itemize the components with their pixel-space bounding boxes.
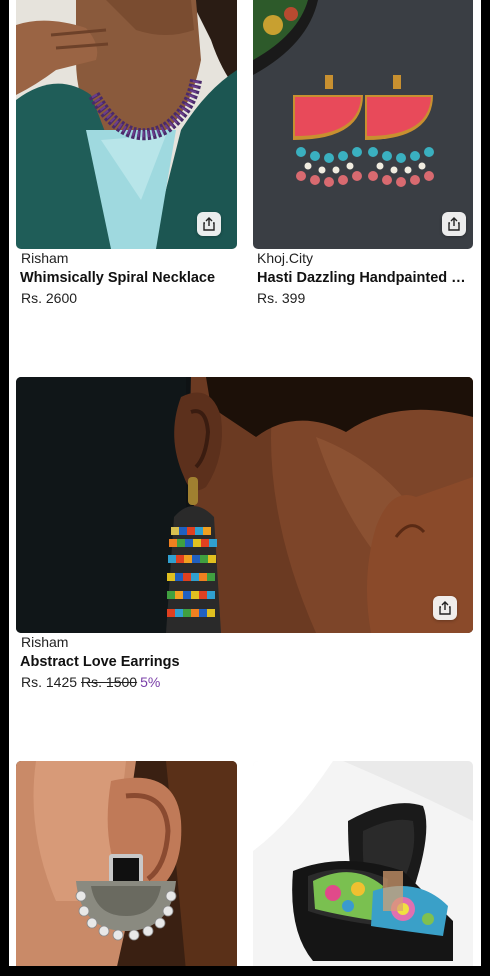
earrings-photo	[253, 0, 473, 249]
price: Rs. 2600	[21, 290, 78, 306]
product-image[interactable]	[16, 761, 237, 966]
product-brand: Khoj.City	[257, 250, 314, 266]
product-card[interactable]	[245, 761, 481, 966]
product-name[interactable]: Abstract Love Earrings	[20, 654, 460, 670]
share-button[interactable]	[433, 596, 457, 620]
original-price: Rs. 1500	[81, 674, 138, 690]
discount-badge: 5%	[140, 674, 161, 690]
share-button[interactable]	[197, 212, 221, 236]
share-icon	[203, 217, 215, 231]
product-image[interactable]	[253, 0, 473, 249]
product-price: Rs. 2600	[21, 290, 77, 306]
product-brand: Risham	[21, 634, 69, 650]
product-card[interactable]	[9, 761, 245, 966]
product-brand: Risham	[21, 250, 69, 266]
earring-photo	[16, 761, 237, 966]
price: Rs. 399	[257, 290, 306, 306]
share-button[interactable]	[442, 212, 466, 236]
share-icon	[439, 601, 451, 615]
price: Rs. 1425	[21, 674, 78, 690]
product-card[interactable]: Risham Whimsically Spiral Necklace Rs. 2…	[9, 0, 245, 320]
earring-photo	[16, 377, 473, 633]
product-price: Rs. 1425 Rs. 1500 5%	[21, 674, 160, 690]
product-price: Rs. 399	[257, 290, 305, 306]
product-image[interactable]	[253, 761, 473, 966]
product-name[interactable]: Whimsically Spiral Necklace	[20, 270, 240, 286]
product-image[interactable]	[16, 377, 473, 633]
product-card[interactable]: Risham Abstract Love Earrings Rs. 1425 Rs…	[9, 376, 481, 706]
product-name[interactable]: Hasti Dazzling Handpainted Earrings	[257, 270, 469, 286]
sandals-photo	[253, 761, 473, 966]
share-icon	[448, 217, 460, 231]
product-card[interactable]: Khoj.City Hasti Dazzling Handpainted Ea r…	[245, 0, 481, 320]
product-feed: Risham Whimsically Spiral Necklace Rs. 2…	[9, 0, 481, 966]
